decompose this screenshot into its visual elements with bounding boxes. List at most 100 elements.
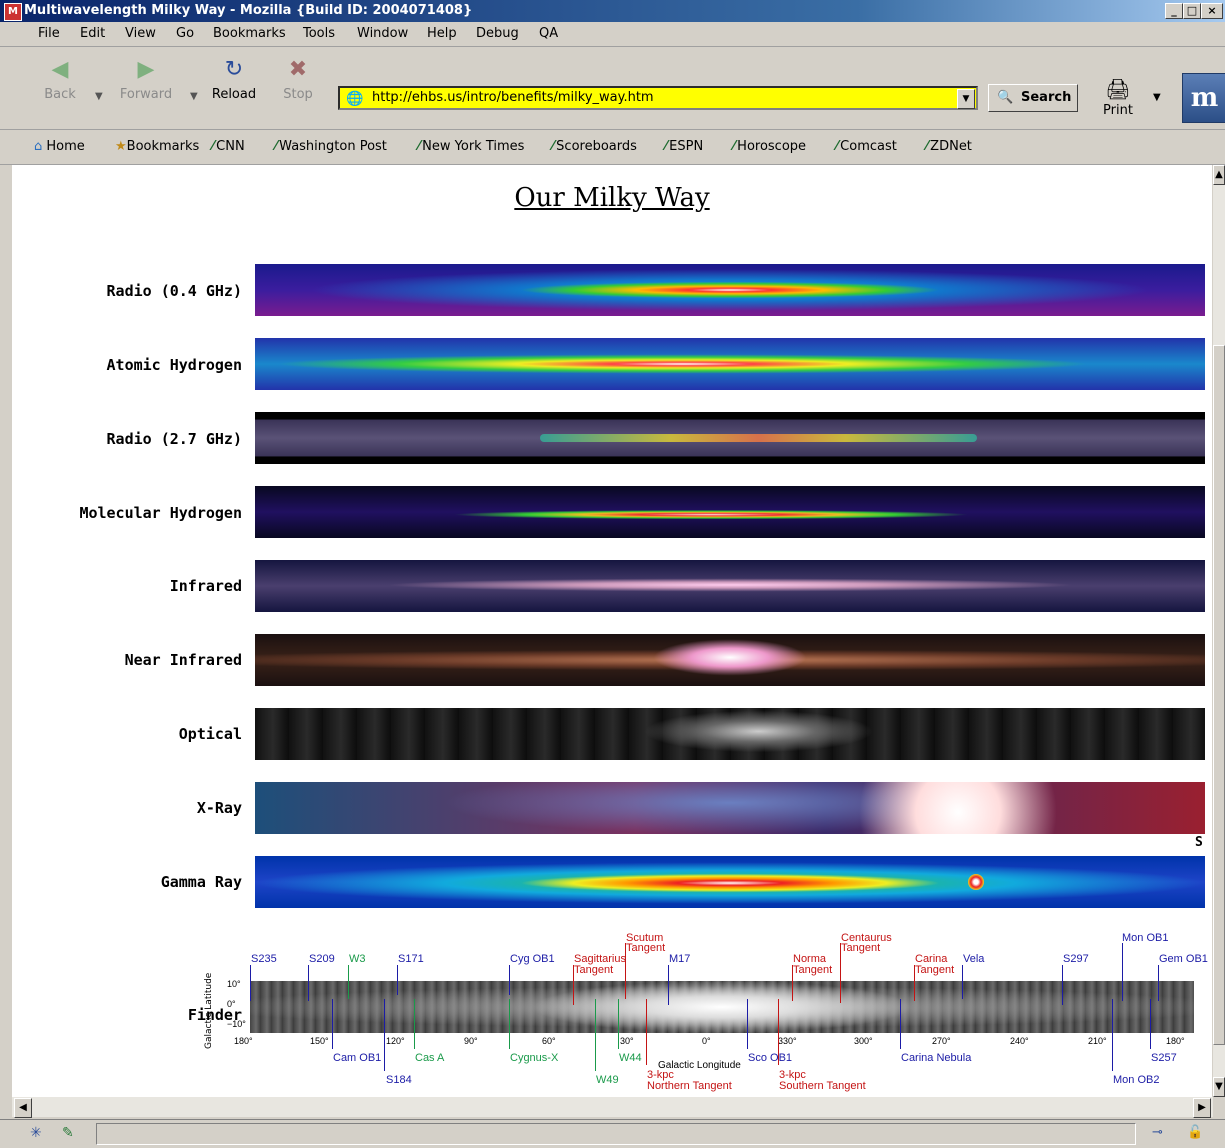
url-dropdown-icon[interactable]: ▼: [957, 89, 975, 109]
reload-button[interactable]: ↻ Reload: [204, 55, 264, 125]
bookmark-new-york-times-label: New York Times: [422, 139, 525, 154]
finder-marker-line: [509, 999, 510, 1049]
bookmark-scoreboards[interactable]: ⁄ Scoreboards: [552, 139, 637, 154]
navigator-component-icon[interactable]: ✳: [30, 1125, 42, 1141]
finder-x-tick: 180°: [1166, 1036, 1185, 1046]
close-button[interactable]: ×: [1201, 3, 1223, 19]
bookmark-horoscope[interactable]: ⁄ Horoscope: [733, 139, 806, 154]
finder-label-carina-nebula: Carina Nebula: [901, 1052, 972, 1064]
finder-label-centaurus-tangent: Tangent: [841, 942, 881, 954]
finder-marker-line: [900, 999, 901, 1049]
forward-dropdown-icon[interactable]: ▼: [190, 91, 198, 102]
finder-label-cygnus-x: Cygnus-X: [510, 1052, 559, 1064]
throbber-logo[interactable]: m: [1182, 73, 1225, 123]
back-label: Back: [44, 87, 76, 102]
back-arrow-icon: ◀: [51, 57, 69, 82]
bookmark-home[interactable]: ⌂ Home: [34, 139, 85, 154]
bookmark-espn[interactable]: ⁄ ESPN: [665, 139, 703, 154]
horizontal-scrollbar[interactable]: [12, 1097, 1213, 1117]
bookmark-icon: ⁄: [665, 139, 668, 154]
menu-qa[interactable]: QA: [539, 26, 558, 41]
title-bar: M Multiwavelength Milky Way - Mozilla {B…: [0, 0, 1225, 22]
finder-marker-line: [595, 999, 596, 1071]
composer-component-icon[interactable]: ✎: [62, 1125, 74, 1141]
finder-marker-line: [962, 965, 963, 999]
security-lock-icon[interactable]: 🔓: [1187, 1125, 1203, 1140]
bookmark-bookmarks[interactable]: ★Bookmarks: [115, 139, 199, 154]
bookmark-home-label: Home: [46, 139, 85, 154]
print-label: Print: [1103, 103, 1133, 118]
status-text-panel: [96, 1123, 1136, 1145]
finder-marker-line: [414, 999, 415, 1049]
stop-icon: ✖: [288, 57, 308, 82]
menu-go[interactable]: Go: [176, 26, 194, 41]
scroll-left-icon[interactable]: ◀: [14, 1098, 32, 1118]
finder-y-axis-label: Galactic Latitude: [204, 972, 214, 1049]
menu-view[interactable]: View: [125, 26, 156, 41]
finder-marker-line: [618, 999, 619, 1049]
menu-help[interactable]: Help: [427, 26, 457, 41]
online-status-icon[interactable]: ⊸: [1152, 1125, 1163, 1140]
page-title: Our Milky Way: [514, 183, 710, 213]
finder-x-tick: 210°: [1088, 1036, 1107, 1046]
scroll-down-icon[interactable]: ▼: [1213, 1077, 1225, 1097]
finder-label-w44: W44: [619, 1052, 642, 1064]
menu-file[interactable]: File: [38, 26, 60, 41]
band-label-molecular-hydrogen: Molecular Hydrogen: [79, 504, 242, 522]
print-button[interactable]: 🖨 Print: [1098, 75, 1138, 125]
band-label-radio-04: Radio (0.4 GHz): [106, 282, 242, 300]
maximize-button[interactable]: □: [1183, 3, 1201, 19]
menu-debug[interactable]: Debug: [476, 26, 519, 41]
bookmark-new-york-times[interactable]: ⁄ New York Times: [418, 139, 524, 154]
finder-label-s297: S297: [1063, 953, 1089, 965]
finder-marker-line: [747, 999, 748, 1049]
finder-label-s184: S184: [386, 1074, 412, 1086]
window-title: Multiwavelength Milky Way - Mozilla {Bui…: [24, 3, 473, 18]
finder-label-w3: W3: [349, 953, 366, 965]
finder-x-tick: 300°: [854, 1036, 873, 1046]
finder-marker-line: [573, 965, 574, 1005]
finder-label-mon-ob1: Mon OB1: [1122, 932, 1169, 944]
finder-y-tick: 0°: [227, 999, 236, 1009]
finder-label-northern-tangent: Northern Tangent: [647, 1080, 732, 1092]
print-dropdown-icon[interactable]: ▼: [1153, 92, 1161, 103]
finder-label-cam-ob1: Cam OB1: [333, 1052, 382, 1064]
scroll-right-icon[interactable]: ▶: [1193, 1098, 1211, 1118]
forward-button[interactable]: ▶ Forward: [116, 55, 176, 125]
menu-bookmarks[interactable]: Bookmarks: [213, 26, 286, 41]
finder-marker-line: [308, 965, 309, 1001]
status-bar: ✳ ✎ ⊸ 🔓: [0, 1119, 1225, 1148]
menu-edit[interactable]: Edit: [80, 26, 105, 41]
finder-label-sagittarius-tangent: Tangent: [574, 964, 614, 976]
finder-marker-line: [840, 943, 841, 1003]
finder-x-tick: 150°: [310, 1036, 329, 1046]
finder-label-norma-tangent: Tangent: [793, 964, 833, 976]
bookmark-icon: ⁄: [733, 139, 736, 154]
minimize-button[interactable]: _: [1165, 3, 1183, 19]
finder-marker-line: [1122, 943, 1123, 1001]
finder-marker-line: [509, 965, 510, 995]
bookmark-icon: ⁄: [836, 139, 839, 154]
bookmarks-toolbar: ⌂ Home ★Bookmarks ⁄ CNN ⁄ Washington Post …: [0, 130, 1225, 165]
menu-window[interactable]: Window: [357, 26, 408, 41]
stop-button[interactable]: ✖ Stop: [268, 55, 328, 125]
bookmark-zdnet[interactable]: ⁄ ZDNet: [926, 139, 972, 154]
band-image-x-ray: [255, 782, 1205, 834]
finder-label-m17: M17: [669, 953, 691, 965]
url-input[interactable]: 🌐 http://ehbs.us/intro/benefits/milky_wa…: [338, 86, 978, 110]
bookmark-cnn[interactable]: ⁄ CNN: [212, 139, 245, 154]
bookmark-comcast[interactable]: ⁄ Comcast: [836, 139, 897, 154]
vertical-scroll-thumb[interactable]: [1213, 345, 1225, 1045]
band-label-x-ray: X-Ray: [196, 799, 242, 817]
bookmark-comcast-label: Comcast: [840, 139, 897, 154]
bookmark-washington-post[interactable]: ⁄ Washington Post: [275, 139, 387, 154]
search-button[interactable]: 🔍 Search: [988, 84, 1078, 112]
menu-tools[interactable]: Tools: [303, 26, 335, 41]
back-button[interactable]: ◀ Back: [30, 55, 90, 125]
finder-label-southern-tangent: Southern Tangent: [779, 1080, 866, 1092]
back-dropdown-icon[interactable]: ▼: [95, 91, 103, 102]
finder-marker-line: [646, 999, 647, 1065]
scroll-up-icon[interactable]: ▲: [1213, 165, 1225, 185]
band-label-radio-27: Radio (2.7 GHz): [106, 430, 242, 448]
window-left-edge: [0, 165, 12, 1097]
